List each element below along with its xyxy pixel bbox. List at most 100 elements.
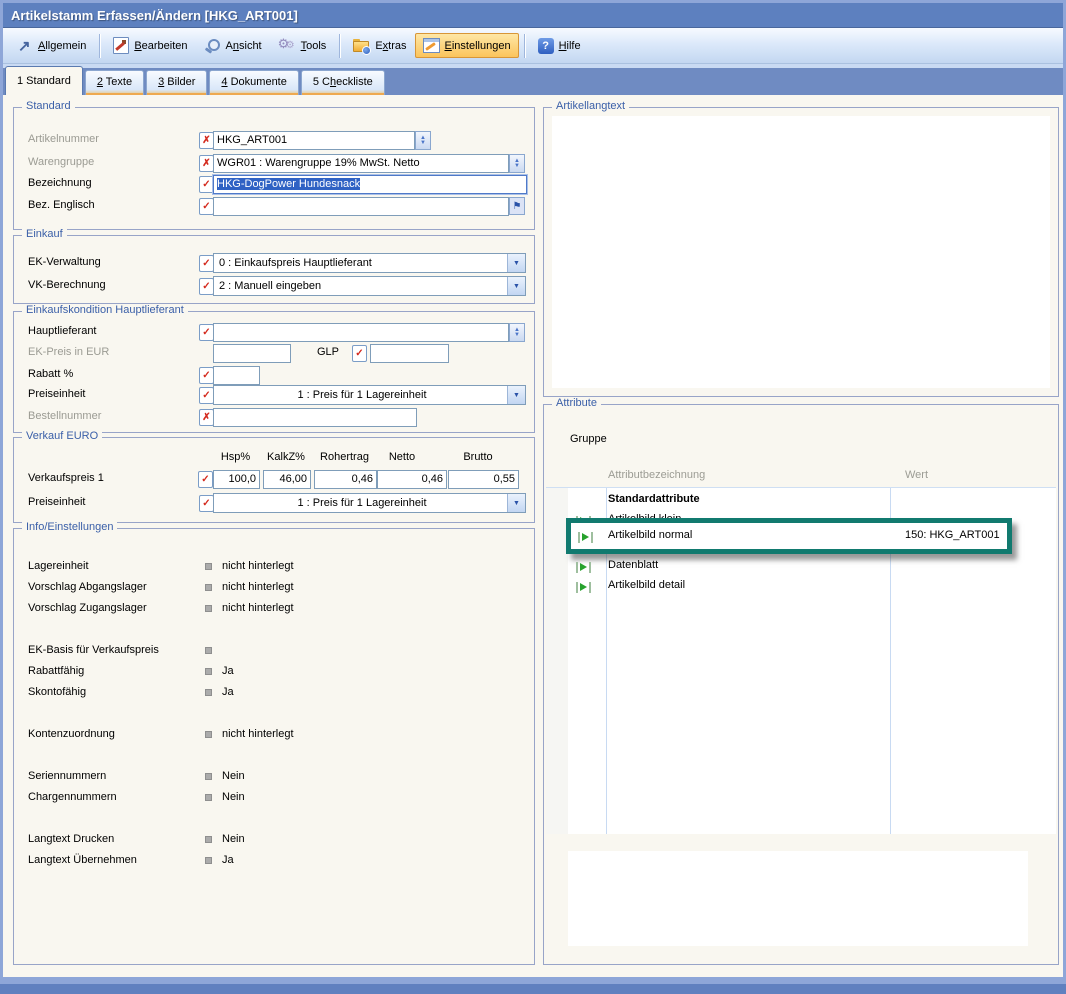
warengruppe-input[interactable]: WGR01 : Warengruppe 19% MwSt. Netto (213, 154, 509, 173)
group-title: Artikellangtext (552, 100, 629, 112)
toolbar-button-allgemein[interactable]: Allgemein (9, 33, 94, 59)
glp-input[interactable] (370, 344, 449, 363)
field-row-warengruppe: Warengruppe WGR01 : Warengruppe 19% MwSt… (14, 153, 534, 173)
netto-input[interactable]: 0,46 (377, 470, 447, 489)
check-icon[interactable] (199, 324, 214, 341)
toolbar-button-bearbeiten[interactable]: Bearbeiten (105, 32, 195, 59)
toolbar-button-tools[interactable]: Tools (270, 33, 335, 59)
check-icon[interactable] (352, 345, 367, 362)
cross-icon[interactable] (199, 409, 214, 426)
ek-preis-input[interactable] (213, 344, 291, 363)
check-icon[interactable] (199, 198, 214, 215)
hauptlieferant-label: Hauptlieferant (28, 325, 97, 337)
toolbar-label: Allgemein (38, 40, 86, 52)
info-label: Vorschlag Abgangslager (28, 581, 147, 593)
bullet-icon (205, 773, 212, 780)
attr-row-artikelbild-normal[interactable]: Artikelbild normal 150: HKG_ART001 (571, 523, 1007, 549)
ek-verwaltung-select[interactable]: 0 : Einkaufspreis Hauptlieferant (213, 253, 526, 273)
warengruppe-spinner[interactable] (509, 154, 525, 173)
ek-preis-label: EK-Preis in EUR (28, 346, 109, 358)
hauptlieferant-spinner[interactable] (509, 323, 525, 342)
tab-standard[interactable]: 1 Standard (5, 66, 83, 95)
content-area: Standard Artikelnummer HKG_ART001 Wareng… (3, 95, 1063, 977)
chevron-down-icon[interactable] (507, 494, 525, 512)
bullet-icon (205, 605, 212, 612)
preiseinheit-vk-select[interactable]: 1 : Preis für 1 Lagereinheit (213, 493, 526, 513)
vk-berechnung-select[interactable]: 2 : Manuell eingeben (213, 276, 526, 296)
info-row: Vorschlag Abgangslager nicht hinterlegt (14, 578, 534, 598)
info-value: Nein (222, 791, 245, 803)
toolbar-button-extras[interactable]: Extras (345, 34, 414, 58)
col-header-hsp: Hsp% (213, 451, 258, 463)
info-label: Skontofähig (28, 686, 86, 698)
col-header-wert[interactable]: Wert (905, 469, 928, 481)
chevron-down-icon[interactable] (507, 386, 525, 404)
bestellnummer-input[interactable] (213, 408, 417, 427)
group-einkaufskondition: Einkaufskondition Hauptlieferant Hauptli… (13, 311, 535, 433)
hsp-input[interactable]: 100,0 (213, 470, 260, 489)
rohertrag-input[interactable]: 0,46 (314, 470, 377, 489)
bez-englisch-input[interactable] (213, 197, 509, 216)
attr-row-datenblatt[interactable]: Datenblatt (544, 556, 1058, 576)
check-icon[interactable] (199, 387, 214, 404)
chevron-down-icon[interactable] (507, 277, 525, 295)
attribute-play-icon (576, 582, 592, 593)
bullet-icon (205, 689, 212, 696)
arrow-up-right-icon (17, 38, 33, 54)
tab-checkliste[interactable]: 5 Checkliste (301, 70, 385, 95)
verkauf-header-row: Hsp% KalkZ% Rohertrag Netto Brutto (14, 449, 534, 469)
field-row-rabatt: Rabatt % (14, 365, 534, 385)
toolbar-button-einstellungen[interactable]: Einstellungen (415, 33, 519, 58)
field-row-ek-verwaltung: EK-Verwaltung 0 : Einkaufspreis Hauptlie… (14, 253, 534, 273)
gruppe-label: Gruppe (570, 433, 607, 445)
chevron-down-icon[interactable] (507, 254, 525, 272)
rabatt-input[interactable] (213, 366, 260, 385)
tab-dokumente[interactable]: 4 Dokumente (209, 70, 298, 95)
tab-texte[interactable]: 2 Texte (85, 70, 144, 95)
check-icon[interactable] (198, 471, 213, 488)
check-icon[interactable] (199, 176, 214, 193)
info-row: Vorschlag Zugangslager nicht hinterlegt (14, 599, 534, 619)
info-label: Langtext Übernehmen (28, 854, 137, 866)
col-header-rohertrag: Rohertrag (314, 451, 375, 463)
cross-icon[interactable] (199, 132, 214, 149)
info-row: Kontenzuordnung nicht hinterlegt (14, 725, 534, 745)
warengruppe-label: Warengruppe (28, 156, 94, 168)
check-icon[interactable] (199, 278, 214, 295)
bullet-icon (205, 731, 212, 738)
toolbar-label: Hilfe (559, 40, 581, 52)
flag-icon[interactable] (509, 197, 525, 215)
window-title: Artikelstamm Erfassen/Ändern [HKG_ART001… (11, 8, 298, 23)
tab-bilder[interactable]: 3 Bilder (146, 70, 207, 95)
col-header-attributbezeichnung[interactable]: Attributbezeichnung (608, 469, 705, 481)
brutto-input[interactable]: 0,55 (448, 470, 519, 489)
check-icon[interactable] (199, 367, 214, 384)
artikellangtext-textarea[interactable] (552, 116, 1050, 388)
bullet-icon (205, 584, 212, 591)
attr-name: Datenblatt (608, 559, 658, 571)
kalkz-input[interactable]: 46,00 (263, 470, 311, 489)
hauptlieferant-input[interactable] (213, 323, 509, 342)
artikelnummer-input[interactable]: HKG_ART001 (213, 131, 415, 150)
group-title: Standard (22, 100, 75, 112)
attr-row-artikelbild-detail[interactable]: Artikelbild detail (544, 576, 1058, 596)
attr-name: Artikelbild detail (608, 579, 685, 591)
attribute-play-icon (576, 562, 592, 573)
artikelnummer-spinner[interactable] (415, 131, 431, 150)
attr-row-standardattribute[interactable]: Standardattribute (544, 490, 1058, 510)
bezeichnung-input[interactable]: HKG-DogPower Hundesnack (213, 175, 527, 194)
cross-icon[interactable] (199, 155, 214, 172)
toolbar-button-hilfe[interactable]: Hilfe (530, 33, 589, 59)
info-label: EK-Basis für Verkaufspreis (28, 644, 159, 656)
edit-hammer-icon (113, 37, 129, 54)
info-label: Chargennummern (28, 791, 117, 803)
bullet-icon (205, 647, 212, 654)
attr-icon-gutter (546, 488, 568, 834)
folder-badge-icon (362, 46, 371, 55)
preiseinheit-ek-select[interactable]: 1 : Preis für 1 Lagereinheit (213, 385, 526, 405)
check-icon[interactable] (199, 255, 214, 272)
toolbar-button-ansicht[interactable]: Ansicht (196, 33, 270, 59)
check-icon[interactable] (199, 495, 214, 512)
field-row-verkaufspreis: Verkaufspreis 1 100,0 46,00 0,46 0,46 0,… (14, 469, 534, 489)
toolbar-separator (524, 34, 525, 58)
